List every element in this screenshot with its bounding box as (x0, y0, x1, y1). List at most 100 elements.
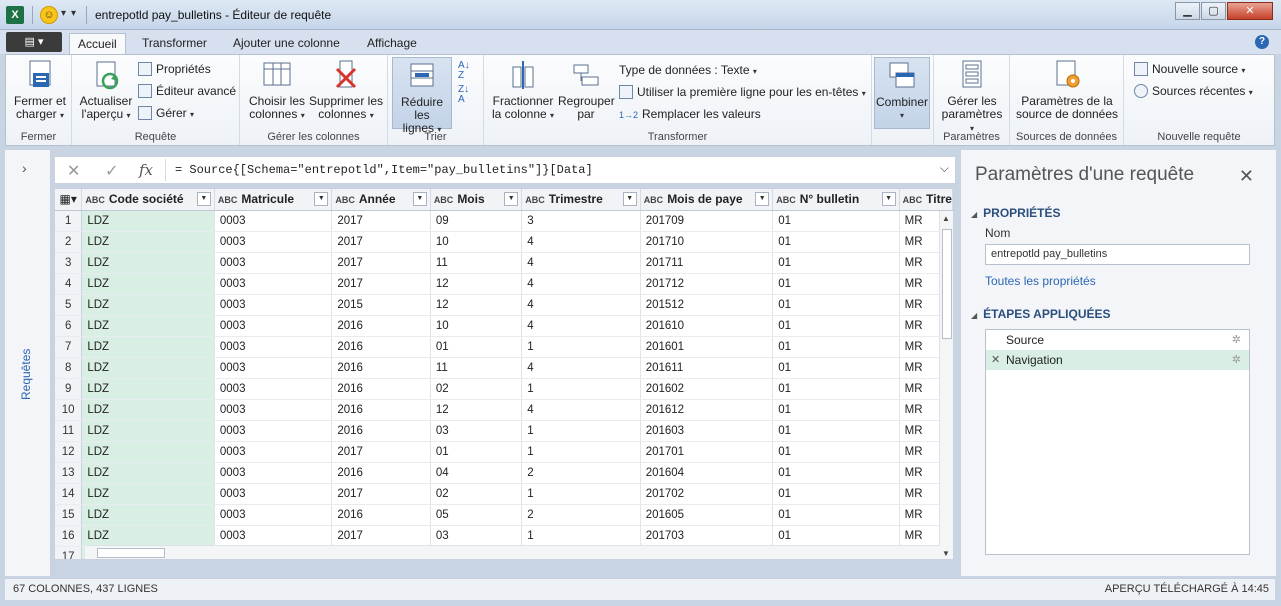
customize-toolbar-icon[interactable]: ▾ (71, 8, 76, 19)
queries-pane-label[interactable]: Requêtes (19, 349, 33, 400)
fx-icon[interactable]: fx (139, 161, 153, 179)
table-cell[interactable]: 201512 (640, 294, 774, 316)
applied-steps-section[interactable]: ◢ ÉTAPES APPLIQUÉES (971, 307, 1111, 321)
group-by-button[interactable]: Regrouper par (558, 59, 615, 121)
manage-parameters-button[interactable]: Gérer les paramètres ▾ (938, 59, 1006, 135)
table-cell[interactable]: LDZ (81, 252, 215, 274)
table-cell[interactable]: 2016 (331, 315, 431, 337)
table-cell[interactable]: 1 (521, 525, 641, 547)
table-cell[interactable]: 3 (521, 210, 641, 232)
table-cell[interactable]: 01 (772, 525, 900, 547)
vertical-scroll-thumb[interactable] (942, 229, 952, 339)
table-cell[interactable]: 0003 (214, 231, 333, 253)
file-menu-button[interactable]: ▤ ▾ (6, 32, 62, 52)
close-button[interactable]: ✕ (1227, 2, 1273, 20)
tab-accueil[interactable]: Accueil (69, 33, 126, 54)
row-number[interactable]: 1 (55, 210, 83, 232)
table-cell[interactable]: LDZ (81, 336, 215, 358)
table-cell[interactable]: LDZ (81, 231, 215, 253)
table-cell[interactable]: LDZ (81, 483, 215, 505)
table-cell[interactable]: 01 (772, 336, 900, 358)
table-cell[interactable]: 0003 (214, 483, 333, 505)
column-filter-icon[interactable]: ▼ (412, 192, 427, 206)
table-cell[interactable]: 11 (430, 252, 523, 274)
table-cell[interactable]: 0003 (214, 336, 333, 358)
table-cell[interactable]: 2016 (331, 504, 431, 526)
table-cell[interactable]: 2017 (331, 273, 431, 295)
table-cell[interactable]: 4 (521, 273, 641, 295)
table-cell[interactable]: 1 (521, 420, 641, 442)
table-cell[interactable]: 201612 (640, 399, 774, 421)
text-type-icon[interactable]: ABC (434, 195, 454, 205)
table-cell[interactable]: LDZ (81, 210, 215, 232)
table-menu-icon[interactable]: ▦▾ (55, 189, 83, 211)
row-number[interactable]: 16 (55, 525, 83, 547)
table-cell[interactable]: 0003 (214, 273, 333, 295)
table-cell[interactable]: 2016 (331, 357, 431, 379)
refresh-preview-button[interactable]: Actualiser l'aperçu ▾ (76, 59, 136, 122)
expand-formula-icon[interactable]: ⌵ (940, 161, 949, 176)
table-cell[interactable]: LDZ (81, 315, 215, 337)
table-cell[interactable]: 201712 (640, 273, 774, 295)
row-number[interactable]: 8 (55, 357, 83, 379)
table-cell[interactable]: 2016 (331, 336, 431, 358)
table-cell[interactable]: 02 (430, 378, 523, 400)
table-cell[interactable]: 1 (521, 336, 641, 358)
text-type-icon[interactable]: ABC (85, 195, 105, 205)
horizontal-scroll-thumb[interactable] (97, 548, 165, 558)
table-cell[interactable]: 10 (430, 231, 523, 253)
table-cell[interactable]: 2017 (331, 231, 431, 253)
formula-input[interactable]: = Source{[Schema="entrepotld",Item="pay_… (175, 163, 593, 177)
table-cell[interactable]: 2015 (331, 294, 431, 316)
column-header[interactable]: ABC Année ▼ (331, 189, 431, 211)
combine-button[interactable]: Combiner ▾ (874, 57, 930, 129)
table-cell[interactable]: 2017 (331, 210, 431, 232)
table-cell[interactable]: 0003 (214, 504, 333, 526)
table-cell[interactable]: 0003 (214, 462, 333, 484)
table-cell[interactable]: 01 (772, 441, 900, 463)
row-number[interactable]: 12 (55, 441, 83, 463)
table-cell[interactable]: LDZ (81, 462, 215, 484)
close-settings-icon[interactable]: ✕ (1239, 166, 1254, 187)
reduce-rows-button[interactable]: Réduire les lignes ▾ (392, 57, 452, 135)
delete-step-icon[interactable]: ✕ (991, 350, 1000, 370)
table-cell[interactable]: 2017 (331, 441, 431, 463)
text-type-icon[interactable]: ABC (903, 195, 923, 205)
scroll-down-icon[interactable]: ▼ (942, 549, 950, 558)
table-cell[interactable]: 0003 (214, 399, 333, 421)
row-number[interactable]: 15 (55, 504, 83, 526)
replace-values-button[interactable]: 1→2 Remplacer les valeurs (619, 106, 761, 122)
gear-icon[interactable]: ✲ (1232, 330, 1241, 350)
text-type-icon[interactable]: ABC (335, 195, 355, 205)
table-cell[interactable]: 201601 (640, 336, 774, 358)
table-cell[interactable]: 0003 (214, 420, 333, 442)
table-cell[interactable]: 4 (521, 357, 641, 379)
table-cell[interactable]: 4 (521, 231, 641, 253)
column-filter-icon[interactable]: ▼ (622, 192, 637, 206)
table-cell[interactable]: 201603 (640, 420, 774, 442)
row-number[interactable]: 6 (55, 315, 83, 337)
table-cell[interactable]: 10 (430, 315, 523, 337)
table-cell[interactable]: 01 (772, 378, 900, 400)
table-cell[interactable]: 09 (430, 210, 523, 232)
cancel-formula-icon[interactable]: ✕ (67, 161, 80, 181)
query-name-input[interactable]: entrepotld pay_bulletins (985, 244, 1250, 265)
row-number[interactable]: 9 (55, 378, 83, 400)
text-type-icon[interactable]: ABC (644, 195, 664, 205)
row-number[interactable]: 13 (55, 462, 83, 484)
commit-formula-icon[interactable]: ✓ (105, 161, 118, 181)
excel-icon[interactable]: X (6, 6, 24, 24)
row-number[interactable]: 2 (55, 231, 83, 253)
expand-queries-icon[interactable]: › (22, 160, 27, 176)
table-cell[interactable]: 201611 (640, 357, 774, 379)
row-number[interactable]: 3 (55, 252, 83, 274)
table-cell[interactable]: 4 (521, 315, 641, 337)
table-cell[interactable]: 05 (430, 504, 523, 526)
sort-descending-icon[interactable]: Z↓ A (458, 85, 469, 105)
split-column-button[interactable]: Fractionner la colonne ▾ (488, 59, 558, 122)
table-cell[interactable]: 201701 (640, 441, 774, 463)
table-cell[interactable]: 01 (772, 231, 900, 253)
minimize-button[interactable]: ▁ (1175, 2, 1200, 20)
properties-button[interactable]: Propriétés (138, 61, 211, 77)
row-number[interactable]: 17 (55, 546, 83, 559)
